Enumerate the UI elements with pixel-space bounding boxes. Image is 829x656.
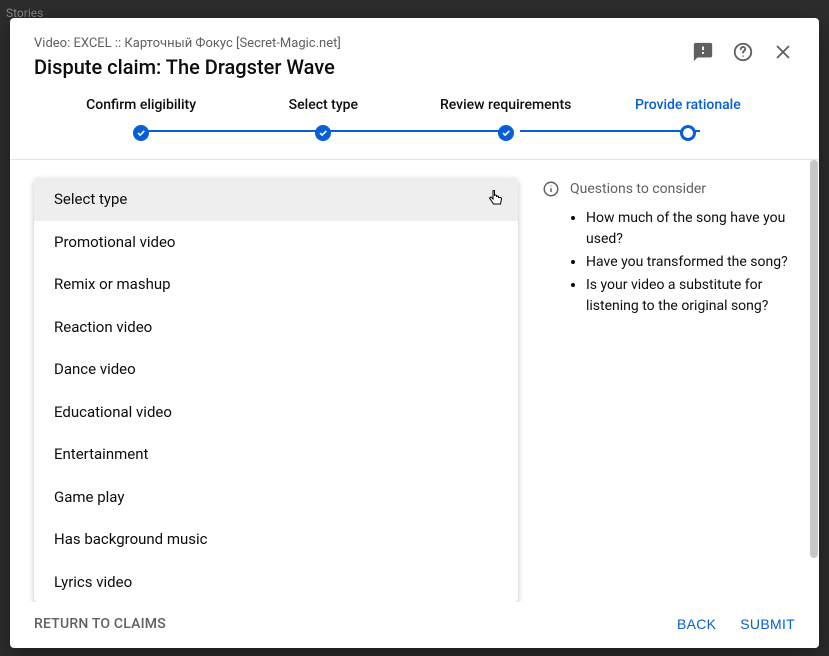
dropdown-item-promotional-video[interactable]: Promotional video [34, 221, 518, 264]
dropdown-item-select-type[interactable]: Select type [34, 178, 518, 221]
step-connector [330, 130, 510, 132]
question-item: Have you transformed the song? [586, 252, 795, 273]
submit-button[interactable]: SUBMIT [740, 616, 795, 632]
scrollbar[interactable] [810, 160, 818, 570]
dropdown-item-remix-or-mashup[interactable]: Remix or mashup [34, 263, 518, 306]
dropdown-item-reaction-video[interactable]: Reaction video [34, 306, 518, 349]
step-label: Review requirements [415, 97, 597, 113]
help-icon[interactable] [731, 40, 755, 64]
step-review-requirements[interactable]: Review requirements [415, 97, 597, 141]
dispute-claim-modal: Video: EXCEL :: Карточный Фокус [Secret-… [10, 18, 819, 648]
return-to-claims-link[interactable]: RETURN TO CLAIMS [34, 616, 166, 632]
dropdown-item-game-play[interactable]: Game play [34, 476, 518, 519]
step-connector [140, 130, 320, 132]
modal-header: Video: EXCEL :: Карточный Фокус [Secret-… [10, 18, 819, 89]
step-dot-done [498, 125, 514, 141]
back-button[interactable]: BACK [677, 616, 716, 632]
step-confirm-eligibility[interactable]: Confirm eligibility [50, 97, 232, 141]
info-icon [542, 180, 560, 198]
questions-heading: Questions to consider [570, 181, 706, 197]
step-select-type[interactable]: Select type [232, 97, 414, 141]
dropdown-item-educational-video[interactable]: Educational video [34, 391, 518, 434]
stepper: Confirm eligibility Select type Review r… [10, 89, 819, 160]
dropdown-item-lyrics-video[interactable]: Lyrics video [34, 561, 518, 603]
dropdown-item-entertainment[interactable]: Entertainment [34, 433, 518, 476]
dropdown-item-dance-video[interactable]: Dance video [34, 348, 518, 391]
video-title-line: Video: EXCEL :: Карточный Фокус [Secret-… [34, 36, 691, 51]
page-title: Dispute claim: The Dragster Wave [34, 55, 691, 79]
scrollbar-thumb[interactable] [810, 160, 818, 558]
step-provide-rationale[interactable]: Provide rationale [597, 97, 779, 141]
step-connector [520, 130, 700, 132]
step-label: Provide rationale [597, 97, 779, 113]
step-dot-active [680, 125, 696, 141]
step-label: Select type [232, 97, 414, 113]
type-dropdown[interactable]: Select type Promotional video Remix or m… [34, 178, 518, 602]
questions-list: How much of the song have you used? Have… [542, 208, 795, 317]
step-dot-done [133, 125, 149, 141]
questions-panel: Questions to consider How much of the so… [542, 178, 795, 602]
close-icon[interactable] [771, 40, 795, 64]
step-dot-done [315, 125, 331, 141]
feedback-icon[interactable] [691, 40, 715, 64]
dropdown-item-has-background-music[interactable]: Has background music [34, 518, 518, 561]
modal-footer: RETURN TO CLAIMS BACK SUBMIT [10, 602, 819, 648]
question-item: How much of the song have you used? [586, 208, 795, 250]
question-item: Is your video a substitute for listening… [586, 275, 795, 317]
modal-body: Select type Promotional video Remix or m… [10, 160, 819, 602]
step-label: Confirm eligibility [50, 97, 232, 113]
